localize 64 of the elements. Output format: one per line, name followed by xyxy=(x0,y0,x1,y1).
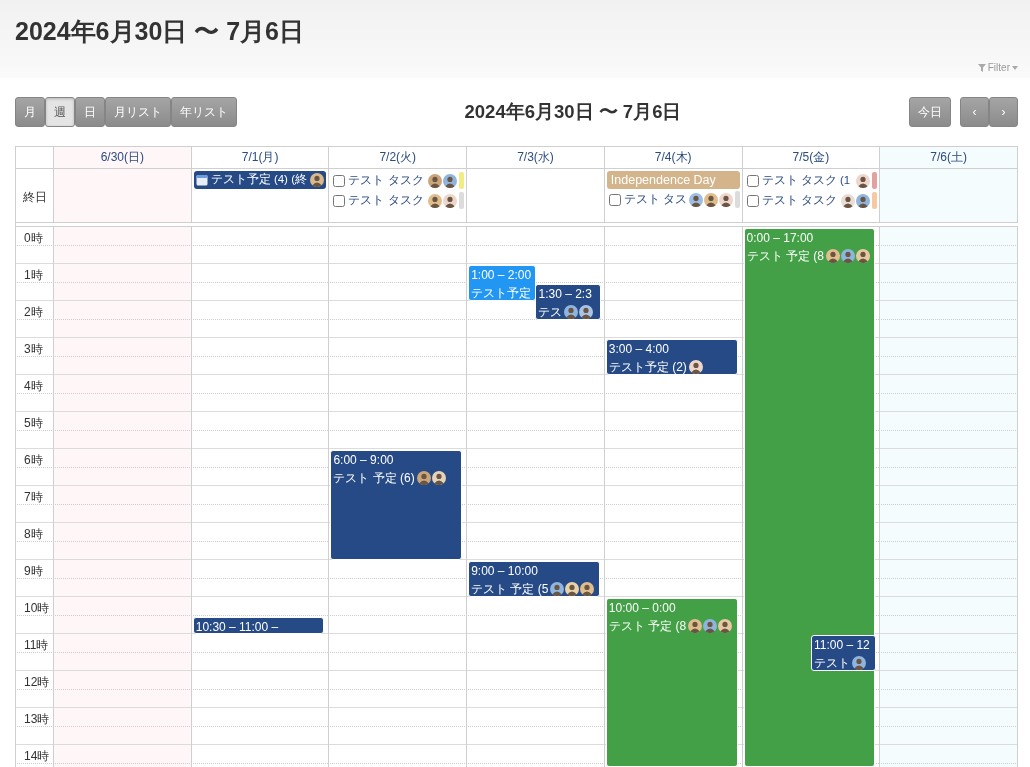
caret-icon xyxy=(1012,66,1018,70)
task-title[interactable]: テスト タスク xyxy=(348,191,424,210)
event-time: 6:00 – 9:00 xyxy=(333,452,395,469)
task-checkbox[interactable] xyxy=(333,194,346,207)
event-time: 9:00 – 10:00 xyxy=(471,563,539,580)
calendar-icon xyxy=(195,174,208,186)
hour-label: 3時 xyxy=(24,342,43,356)
event-time: 11:00 – 12 xyxy=(813,637,871,654)
hour-label: 0時 xyxy=(24,231,43,245)
filter-icon xyxy=(977,64,986,72)
calendar-event[interactable]: 1:30 – 2:3 テス xyxy=(535,283,601,320)
event-time: 3:00 – 4:00 xyxy=(608,341,670,358)
day-header[interactable]: 7/1(月) xyxy=(191,147,330,169)
allday-event[interactable]: テスト予定 (4) (終 xyxy=(193,171,327,189)
task-title[interactable]: テスト タスク xyxy=(761,191,837,210)
calendar-event[interactable]: 3:00 – 4:00 テスト予定 (2) xyxy=(605,339,738,375)
hour-label: 14時 xyxy=(24,749,50,763)
hour-label: 6時 xyxy=(24,453,43,467)
hour-label: 11時 xyxy=(24,638,49,652)
day-header[interactable]: 7/5(金) xyxy=(742,147,881,169)
hour-label: 7時 xyxy=(24,490,43,504)
date-range-title: 2024年6月30日 〜 7月6日 xyxy=(464,101,682,123)
event-title: テスト 予定 (8 xyxy=(608,618,687,635)
task-checkbox[interactable] xyxy=(608,193,621,206)
task-checkbox[interactable] xyxy=(746,174,759,187)
event-time: 1:30 – 2:3 xyxy=(538,285,593,303)
hour-label: 8時 xyxy=(24,527,43,541)
event-title: テスト 予定 (8 xyxy=(746,248,824,265)
task-checkbox[interactable] xyxy=(333,174,346,187)
view-tab[interactable]: 週 xyxy=(45,97,75,127)
hour-label: 9時 xyxy=(24,564,43,578)
calendar-event[interactable]: 11:00 – 12 テスト xyxy=(810,635,877,671)
calendar-event[interactable]: 9:00 – 10:00 テスト 予定 (5 xyxy=(468,561,600,597)
hour-label: 4時 xyxy=(24,379,43,393)
event-time: 0:00 – 17:00 xyxy=(746,230,815,247)
event-title: テスト 予定 (5 xyxy=(471,581,549,596)
event-title: テスト 予定 (6) xyxy=(333,470,415,487)
hour-label: 2時 xyxy=(24,305,43,319)
event-title: テスト予定 (4) (終 xyxy=(210,172,307,188)
task-title[interactable]: テスト タスク (1 xyxy=(761,171,851,190)
day-header[interactable]: 7/3(水) xyxy=(467,147,605,169)
page-title: 2024年6月30日 〜 7月6日 xyxy=(15,16,306,47)
event-title: テス xyxy=(538,303,563,319)
day-header[interactable]: 7/6(土) xyxy=(880,147,1018,169)
calendar-event[interactable]: 6:00 – 9:00 テスト 予定 (6) xyxy=(330,450,463,560)
task-checkbox[interactable] xyxy=(746,194,759,207)
day-header[interactable]: 7/2(火) xyxy=(329,147,468,169)
hour-label: 1時 xyxy=(24,268,43,282)
day-header[interactable]: 7/4(木) xyxy=(604,147,743,169)
hour-label: 10時 xyxy=(24,601,50,615)
event-title: テスト予定 (2) xyxy=(608,359,687,374)
day-header[interactable]: 6/30(日) xyxy=(54,147,192,169)
hour-label: 12時 xyxy=(24,675,50,689)
event-time: 10:00 – 0:00 xyxy=(608,600,677,617)
event-time: 1:00 – 2:00 xyxy=(471,267,533,284)
hour-label: 13時 xyxy=(24,712,50,726)
allday-label: 終日 xyxy=(22,188,47,206)
task-title[interactable]: テスト タスク xyxy=(348,171,424,190)
calendar-event[interactable]: 10:30 – 11:00 – xyxy=(192,616,325,634)
event-time: 10:30 – 11:00 – xyxy=(195,618,280,634)
event-title: テスト予定 xyxy=(471,285,532,300)
task-title[interactable]: テスト タス xyxy=(623,190,688,209)
hour-label: 5時 xyxy=(24,416,43,430)
event-title: テスト xyxy=(813,655,850,670)
